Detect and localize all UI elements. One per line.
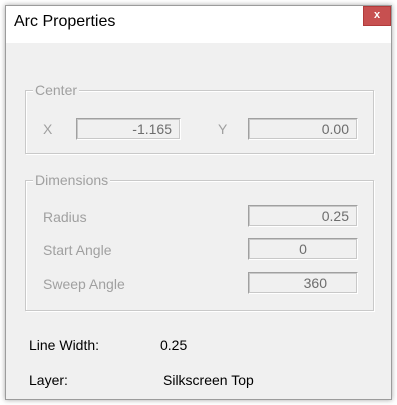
center-group-label: Center xyxy=(33,82,80,98)
center-y-field[interactable]: 0.00 xyxy=(248,118,358,140)
dimensions-group-label: Dimensions xyxy=(33,172,111,188)
radius-label: Radius xyxy=(43,209,87,225)
layer-value: Silkscreen Top xyxy=(163,372,254,388)
start-angle-field[interactable]: 0 xyxy=(248,238,358,260)
sweep-angle-label: Sweep Angle xyxy=(43,276,125,292)
center-x-label: X xyxy=(43,121,53,137)
close-button[interactable]: x xyxy=(363,6,391,26)
line-width-label: Line Width: xyxy=(29,337,100,353)
title-bar[interactable]: Arc Properties x xyxy=(6,6,391,43)
line-width-value: 0.25 xyxy=(160,337,188,353)
layer-label: Layer: xyxy=(29,372,68,388)
dialog-title: Arc Properties xyxy=(14,13,116,30)
start-angle-label: Start Angle xyxy=(43,242,112,258)
radius-field[interactable]: 0.25 xyxy=(248,205,358,227)
center-x-field[interactable]: -1.165 xyxy=(76,118,181,140)
center-y-label: Y xyxy=(218,121,228,137)
arc-properties-dialog: Arc Properties x Center X -1.165 Y 0.00 … xyxy=(5,5,392,400)
sweep-angle-field[interactable]: 360 xyxy=(248,272,358,294)
close-icon: x xyxy=(373,9,381,21)
